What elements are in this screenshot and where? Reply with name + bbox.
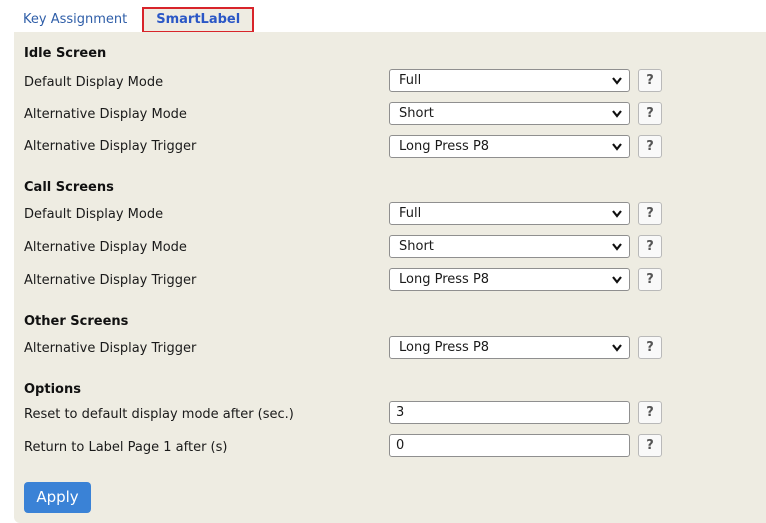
row-label-idle-alternative-display-mode: Alternative Display Mode [24,107,187,122]
help-icon[interactable]: ? [638,69,662,92]
select-value: Short [399,239,434,254]
chevron-down-icon [612,110,622,118]
select-value: Long Press P8 [399,340,490,355]
call-alternative-display-trigger-select[interactable]: Long Press P8 [389,268,630,291]
help-icon[interactable]: ? [638,401,662,424]
chevron-down-icon [612,344,622,352]
help-icon[interactable]: ? [638,336,662,359]
smartlabel-panel: Idle Screen Default Display Mode Full ? … [14,32,766,523]
tab-bar: Key Assignment SmartLabel [14,7,255,33]
help-icon[interactable]: ? [638,135,662,158]
row-label-reset-default-display-mode: Reset to default display mode after (sec… [24,407,294,422]
row-label-call-alternative-display-mode: Alternative Display Mode [24,240,187,255]
chevron-down-icon [612,77,622,85]
select-value: Long Press P8 [399,272,490,287]
select-value: Long Press P8 [399,139,490,154]
section-title-call-screens: Call Screens [24,180,114,195]
section-title-options: Options [24,382,81,397]
row-label-idle-default-display-mode: Default Display Mode [24,75,164,90]
chevron-down-icon [612,243,622,251]
section-title-other-screens: Other Screens [24,314,129,329]
apply-button[interactable]: Apply [24,482,91,513]
row-label-idle-alternative-display-trigger: Alternative Display Trigger [24,139,197,154]
reset-default-display-mode-input[interactable]: 3 [389,401,630,424]
chevron-down-icon [612,143,622,151]
help-icon[interactable]: ? [638,102,662,125]
help-icon[interactable]: ? [638,434,662,457]
select-value: Full [399,206,422,221]
row-label-call-default-display-mode: Default Display Mode [24,207,164,222]
call-alternative-display-mode-select[interactable]: Short [389,235,630,258]
chevron-down-icon [612,276,622,284]
select-value: Short [399,106,434,121]
row-label-call-alternative-display-trigger: Alternative Display Trigger [24,273,197,288]
help-icon[interactable]: ? [638,235,662,258]
idle-alternative-display-trigger-select[interactable]: Long Press P8 [389,135,630,158]
row-label-return-to-label-page: Return to Label Page 1 after (s) [24,440,228,455]
idle-alternative-display-mode-select[interactable]: Short [389,102,630,125]
call-default-display-mode-select[interactable]: Full [389,202,630,225]
row-label-other-alternative-display-trigger: Alternative Display Trigger [24,341,197,356]
other-alternative-display-trigger-select[interactable]: Long Press P8 [389,336,630,359]
section-title-idle-screen: Idle Screen [24,46,107,61]
tab-key-assignment[interactable]: Key Assignment [14,7,136,33]
chevron-down-icon [612,210,622,218]
select-value: Full [399,73,422,88]
idle-default-display-mode-select[interactable]: Full [389,69,630,92]
help-icon[interactable]: ? [638,268,662,291]
tab-smartlabel[interactable]: SmartLabel [142,7,255,33]
help-icon[interactable]: ? [638,202,662,225]
return-to-label-page-input[interactable]: 0 [389,434,630,457]
